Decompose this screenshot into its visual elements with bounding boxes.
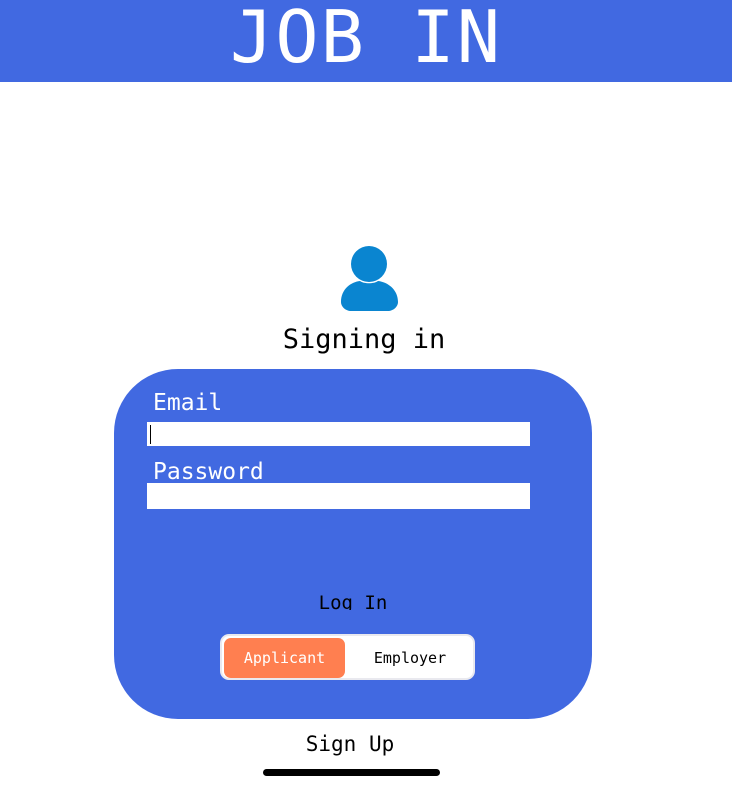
role-option-employer[interactable]: Employer bbox=[349, 638, 471, 678]
login-button[interactable]: Log In bbox=[253, 588, 453, 610]
role-option-applicant[interactable]: Applicant bbox=[224, 638, 345, 678]
signup-link[interactable]: Sign Up bbox=[250, 732, 450, 756]
password-input[interactable] bbox=[147, 483, 530, 509]
home-indicator bbox=[263, 769, 440, 776]
user-icon bbox=[341, 246, 398, 311]
email-label: Email bbox=[153, 390, 223, 416]
text-caret bbox=[150, 425, 151, 444]
email-input[interactable] bbox=[147, 422, 530, 446]
role-toggle: Applicant Employer bbox=[220, 634, 475, 680]
app-title: JOB IN bbox=[229, 0, 503, 79]
app-header: JOB IN bbox=[0, 0, 732, 82]
signin-title: Signing in bbox=[282, 324, 446, 355]
password-label: Password bbox=[153, 459, 264, 485]
